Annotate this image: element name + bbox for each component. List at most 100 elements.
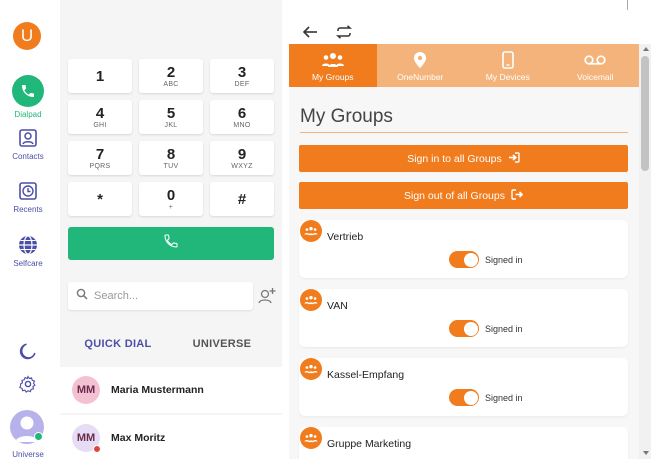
contact-search bbox=[68, 282, 253, 310]
feature-tabs: My Groups OneNumber My Devices Voicemail bbox=[289, 44, 639, 87]
add-user-icon bbox=[257, 288, 277, 310]
key-7[interactable]: 7 PQRS bbox=[68, 141, 132, 175]
key-8[interactable]: 8 TUV bbox=[139, 141, 203, 175]
window-divider bbox=[627, 0, 628, 10]
group-card: Vertrieb Signed in bbox=[299, 220, 628, 278]
group-name: VAN bbox=[327, 300, 348, 312]
key-hash[interactable]: # bbox=[210, 182, 274, 216]
group-card: Kassel-Empfang Signed in bbox=[299, 358, 628, 416]
rail-item-selfcare[interactable]: Selfcare bbox=[0, 234, 56, 268]
tab-label: My Groups bbox=[311, 72, 354, 82]
key-9[interactable]: 9 WXYZ bbox=[210, 141, 274, 175]
list-item[interactable]: MM Maria Mustermann bbox=[60, 367, 282, 413]
tab-label: Voicemail bbox=[577, 72, 614, 82]
contacts-icon bbox=[17, 127, 39, 149]
rail-label: Dialpad bbox=[14, 110, 42, 119]
group-name: Kassel-Empfang bbox=[327, 369, 405, 381]
toggle-knob bbox=[463, 390, 478, 405]
group-name: Vertrieb bbox=[327, 231, 364, 243]
list-item[interactable]: MM Max Moritz bbox=[60, 415, 282, 459]
scroll-down-arrow[interactable] bbox=[643, 451, 649, 455]
app-logo: U bbox=[13, 22, 41, 50]
group-icon bbox=[300, 427, 322, 449]
group-card: Gruppe Marketing bbox=[299, 427, 628, 459]
contact-name: Max Moritz bbox=[111, 432, 166, 444]
sign-out-all-button[interactable]: Sign out of all Groups bbox=[299, 182, 628, 209]
tab-my-groups[interactable]: My Groups bbox=[289, 44, 377, 87]
settings-button[interactable] bbox=[0, 373, 56, 395]
rail-item-contacts[interactable]: Contacts bbox=[0, 127, 56, 161]
tab-label: My Devices bbox=[485, 72, 530, 82]
globe-icon bbox=[17, 234, 39, 256]
key-letters: GHI bbox=[93, 122, 107, 129]
tab-onenumber[interactable]: OneNumber bbox=[377, 44, 465, 87]
key-6[interactable]: 6 MNO bbox=[210, 100, 274, 134]
key-3[interactable]: 3 DEF bbox=[210, 59, 274, 93]
dialpad-column: 1 2 ABC 3 DEF 4 GHI 5 JKL 6 MNO 7 PQRS 8 TUV 9W… bbox=[60, 0, 282, 459]
call-button[interactable] bbox=[68, 227, 274, 260]
key-1[interactable]: 1 bbox=[68, 59, 132, 93]
key-digit: * bbox=[97, 191, 103, 208]
dark-mode-toggle[interactable] bbox=[0, 340, 56, 362]
contact-name: Maria Mustermann bbox=[111, 384, 204, 396]
key-letters: + bbox=[168, 204, 174, 211]
key-digit: 2 bbox=[166, 64, 176, 81]
key-letters: ABC bbox=[163, 81, 179, 88]
moon-icon bbox=[17, 340, 39, 362]
key-digit: 5 bbox=[166, 105, 176, 122]
rail-label: Recents bbox=[13, 205, 43, 214]
tab-quick-dial[interactable]: QUICK DIAL bbox=[68, 328, 168, 360]
key-digit: 1 bbox=[95, 68, 105, 85]
scroll-up-arrow[interactable] bbox=[643, 47, 649, 51]
avatar-initials: MM bbox=[76, 432, 96, 444]
tab-label: OneNumber bbox=[397, 72, 444, 82]
key-star[interactable]: * bbox=[68, 182, 132, 216]
key-letters: TUV bbox=[163, 163, 179, 170]
key-digit: 4 bbox=[95, 105, 105, 122]
key-digit: 6 bbox=[237, 105, 247, 122]
navigation-rail: U Dialpad Contacts Recents Selfcare Univ… bbox=[0, 0, 56, 459]
back-button[interactable] bbox=[300, 24, 320, 44]
tab-voicemail[interactable]: Voicemail bbox=[552, 44, 640, 87]
group-signin-toggle[interactable] bbox=[449, 389, 479, 406]
sign-in-all-button[interactable]: Sign in to all Groups bbox=[299, 145, 628, 172]
group-signin-toggle[interactable] bbox=[449, 320, 479, 337]
group-name: Gruppe Marketing bbox=[327, 438, 412, 450]
key-letters: DEF bbox=[234, 81, 250, 88]
key-5[interactable]: 5 JKL bbox=[139, 100, 203, 134]
group-signin-toggle[interactable] bbox=[449, 251, 479, 268]
search-input[interactable] bbox=[94, 290, 244, 302]
phone-outline-icon bbox=[163, 233, 179, 254]
key-2[interactable]: 2 ABC bbox=[139, 59, 203, 93]
rail-item-recents[interactable]: Recents bbox=[0, 180, 56, 214]
scrollbar-thumb[interactable] bbox=[641, 56, 649, 171]
title-divider bbox=[300, 132, 628, 133]
refresh-button[interactable] bbox=[334, 24, 354, 44]
group-icon bbox=[300, 358, 322, 380]
button-label: Sign out of all Groups bbox=[404, 189, 505, 202]
group-card: VAN Signed in bbox=[299, 289, 628, 347]
key-digit: 8 bbox=[166, 146, 176, 163]
key-letters: WXYZ bbox=[231, 163, 253, 170]
key-0[interactable]: 0 + bbox=[139, 182, 203, 216]
tab-universe[interactable]: UNIVERSE bbox=[172, 328, 272, 360]
group-icon bbox=[300, 289, 322, 311]
add-contact-button[interactable] bbox=[257, 286, 277, 306]
contacts-tabs: QUICK DIAL UNIVERSE bbox=[60, 328, 282, 360]
key-4[interactable]: 4 GHI bbox=[68, 100, 132, 134]
mobile-phone-icon bbox=[464, 49, 552, 71]
tab-my-devices[interactable]: My Devices bbox=[464, 44, 552, 87]
clock-icon bbox=[17, 180, 39, 202]
gear-icon bbox=[17, 373, 39, 395]
phone-icon bbox=[12, 75, 44, 107]
toggle-knob bbox=[463, 321, 478, 336]
key-digit: 7 bbox=[95, 146, 105, 163]
key-letters: JKL bbox=[164, 122, 178, 129]
key-digit: # bbox=[237, 191, 247, 208]
rail-item-dialpad[interactable]: Dialpad bbox=[0, 75, 56, 119]
avatar: MM bbox=[72, 376, 100, 404]
voicemail-icon bbox=[552, 49, 640, 71]
group-status: Signed in bbox=[485, 324, 523, 334]
user-label: Universe bbox=[12, 450, 44, 459]
key-digit: 9 bbox=[237, 146, 247, 163]
